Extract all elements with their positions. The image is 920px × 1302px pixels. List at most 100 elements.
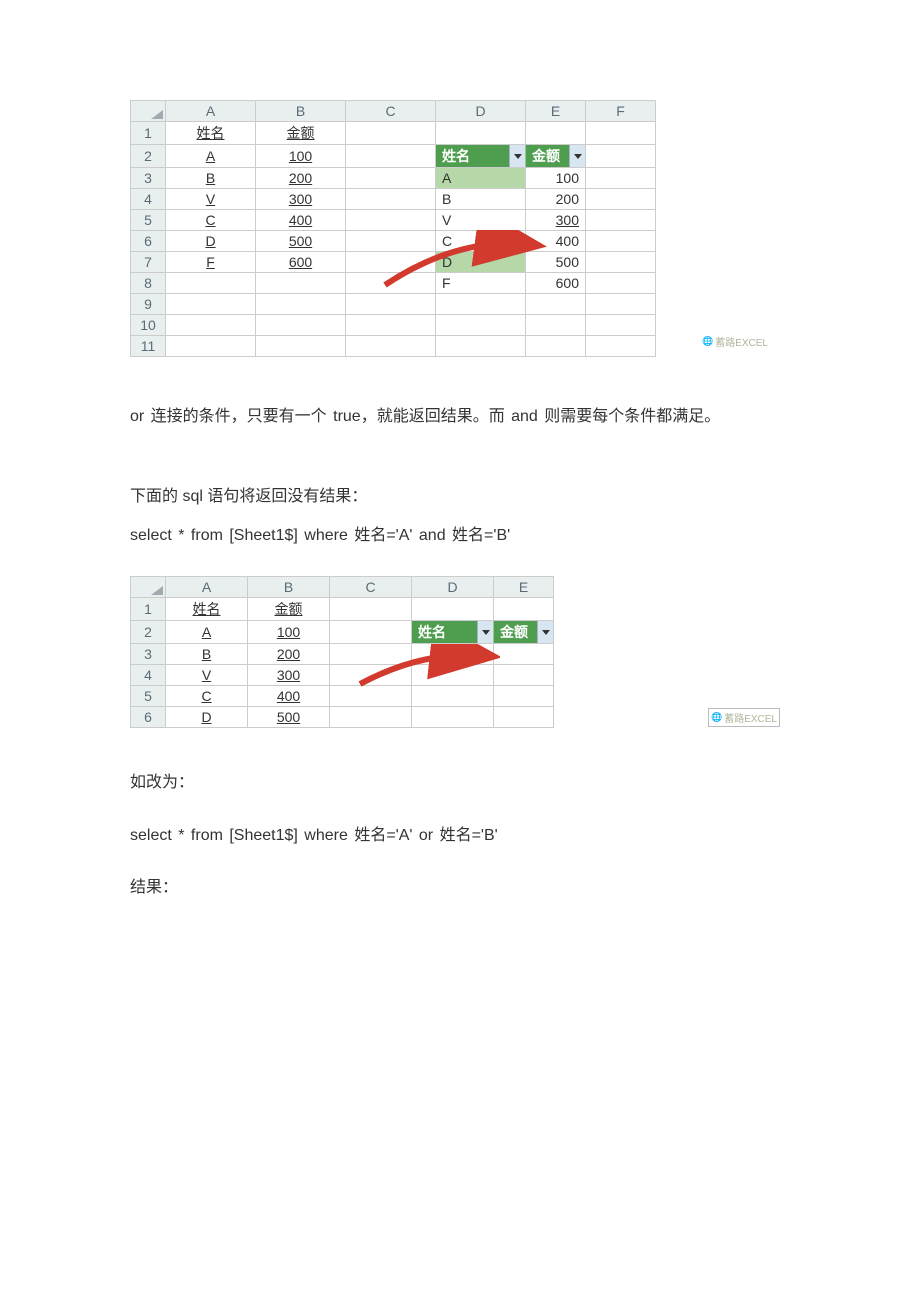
cell-E3[interactable] [494,644,554,665]
cell-B4[interactable]: 300 [248,665,330,686]
filter-header-amount[interactable]: 金额 [494,621,554,644]
cell-E7[interactable]: 500 [526,252,586,273]
row-header-10[interactable]: 10 [131,315,166,336]
cell-A2[interactable]: A [166,145,256,168]
cell-F1[interactable] [586,122,656,145]
cell-F8[interactable] [586,273,656,294]
cell-A7[interactable]: F [166,252,256,273]
cell-E1[interactable] [494,598,554,621]
row-header-7[interactable]: 7 [131,252,166,273]
cell-A4[interactable]: V [166,665,248,686]
cell-A3[interactable]: B [166,644,248,665]
row-header-2[interactable]: 2 [131,145,166,168]
column-header-A[interactable]: A [166,577,248,598]
cell-C4[interactable] [346,189,436,210]
cell-D6[interactable] [412,707,494,728]
cell-D10[interactable] [436,315,526,336]
cell-D5[interactable] [412,686,494,707]
cell-C3[interactable] [346,168,436,189]
cell-E4[interactable] [494,665,554,686]
filter-dropdown-icon[interactable] [537,621,553,643]
cell-B6[interactable]: 500 [256,231,346,252]
cell-A9[interactable] [166,294,256,315]
cell-E8[interactable]: 600 [526,273,586,294]
cell-E11[interactable] [526,336,586,357]
cell-C4[interactable] [330,665,412,686]
filter-header-name[interactable]: 姓名 [412,621,494,644]
cell-D7[interactable]: D [436,252,526,273]
cell-E1[interactable] [526,122,586,145]
cell-C1[interactable] [346,122,436,145]
cell-A6[interactable]: D [166,707,248,728]
row-header-3[interactable]: 3 [131,168,166,189]
row-header-11[interactable]: 11 [131,336,166,357]
cell-B1[interactable]: 金额 [256,122,346,145]
cell-D1[interactable] [436,122,526,145]
cell-C1[interactable] [330,598,412,621]
filter-dropdown-icon[interactable] [477,621,493,643]
cell-C5[interactable] [330,686,412,707]
cell-B7[interactable]: 600 [256,252,346,273]
cell-E5[interactable]: 300 [526,210,586,231]
column-header-E[interactable]: E [494,577,554,598]
cell-F4[interactable] [586,189,656,210]
cell-F7[interactable] [586,252,656,273]
cell-B10[interactable] [256,315,346,336]
cell-C8[interactable] [346,273,436,294]
cell-B3[interactable]: 200 [248,644,330,665]
cell-B3[interactable]: 200 [256,168,346,189]
cell-D3[interactable]: A [436,168,526,189]
cell-B8[interactable] [256,273,346,294]
cell-C7[interactable] [346,252,436,273]
cell-F2[interactable] [586,145,656,168]
row-header-6[interactable]: 6 [131,707,166,728]
cell-B11[interactable] [256,336,346,357]
cell-D4[interactable]: B [436,189,526,210]
cell-C6[interactable] [346,231,436,252]
row-header-8[interactable]: 8 [131,273,166,294]
cell-A6[interactable]: D [166,231,256,252]
column-header-D[interactable]: D [436,101,526,122]
cell-F3[interactable] [586,168,656,189]
cell-A1[interactable]: 姓名 [166,598,248,621]
row-header-4[interactable]: 4 [131,189,166,210]
cell-E9[interactable] [526,294,586,315]
cell-F6[interactable] [586,231,656,252]
column-header-C[interactable]: C [330,577,412,598]
select-all-corner[interactable] [131,101,166,122]
column-header-B[interactable]: B [256,101,346,122]
cell-E5[interactable] [494,686,554,707]
cell-A1[interactable]: 姓名 [166,122,256,145]
cell-B2[interactable]: 100 [256,145,346,168]
column-header-B[interactable]: B [248,577,330,598]
cell-A5[interactable]: C [166,686,248,707]
cell-C9[interactable] [346,294,436,315]
column-header-D[interactable]: D [412,577,494,598]
column-header-E[interactable]: E [526,101,586,122]
cell-E3[interactable]: 100 [526,168,586,189]
cell-A4[interactable]: V [166,189,256,210]
column-header-C[interactable]: C [346,101,436,122]
cell-A10[interactable] [166,315,256,336]
cell-C5[interactable] [346,210,436,231]
row-header-6[interactable]: 6 [131,231,166,252]
cell-C10[interactable] [346,315,436,336]
cell-D4[interactable] [412,665,494,686]
cell-D11[interactable] [436,336,526,357]
cell-C2[interactable] [330,621,412,644]
column-header-F[interactable]: F [586,101,656,122]
cell-E6[interactable] [494,707,554,728]
cell-B6[interactable]: 500 [248,707,330,728]
cell-A5[interactable]: C [166,210,256,231]
row-header-3[interactable]: 3 [131,644,166,665]
cell-C6[interactable] [330,707,412,728]
cell-B5[interactable]: 400 [248,686,330,707]
cell-E6[interactable]: 400 [526,231,586,252]
cell-B1[interactable]: 金额 [248,598,330,621]
row-header-5[interactable]: 5 [131,686,166,707]
cell-C2[interactable] [346,145,436,168]
cell-E4[interactable]: 200 [526,189,586,210]
column-header-A[interactable]: A [166,101,256,122]
cell-B4[interactable]: 300 [256,189,346,210]
row-header-1[interactable]: 1 [131,122,166,145]
